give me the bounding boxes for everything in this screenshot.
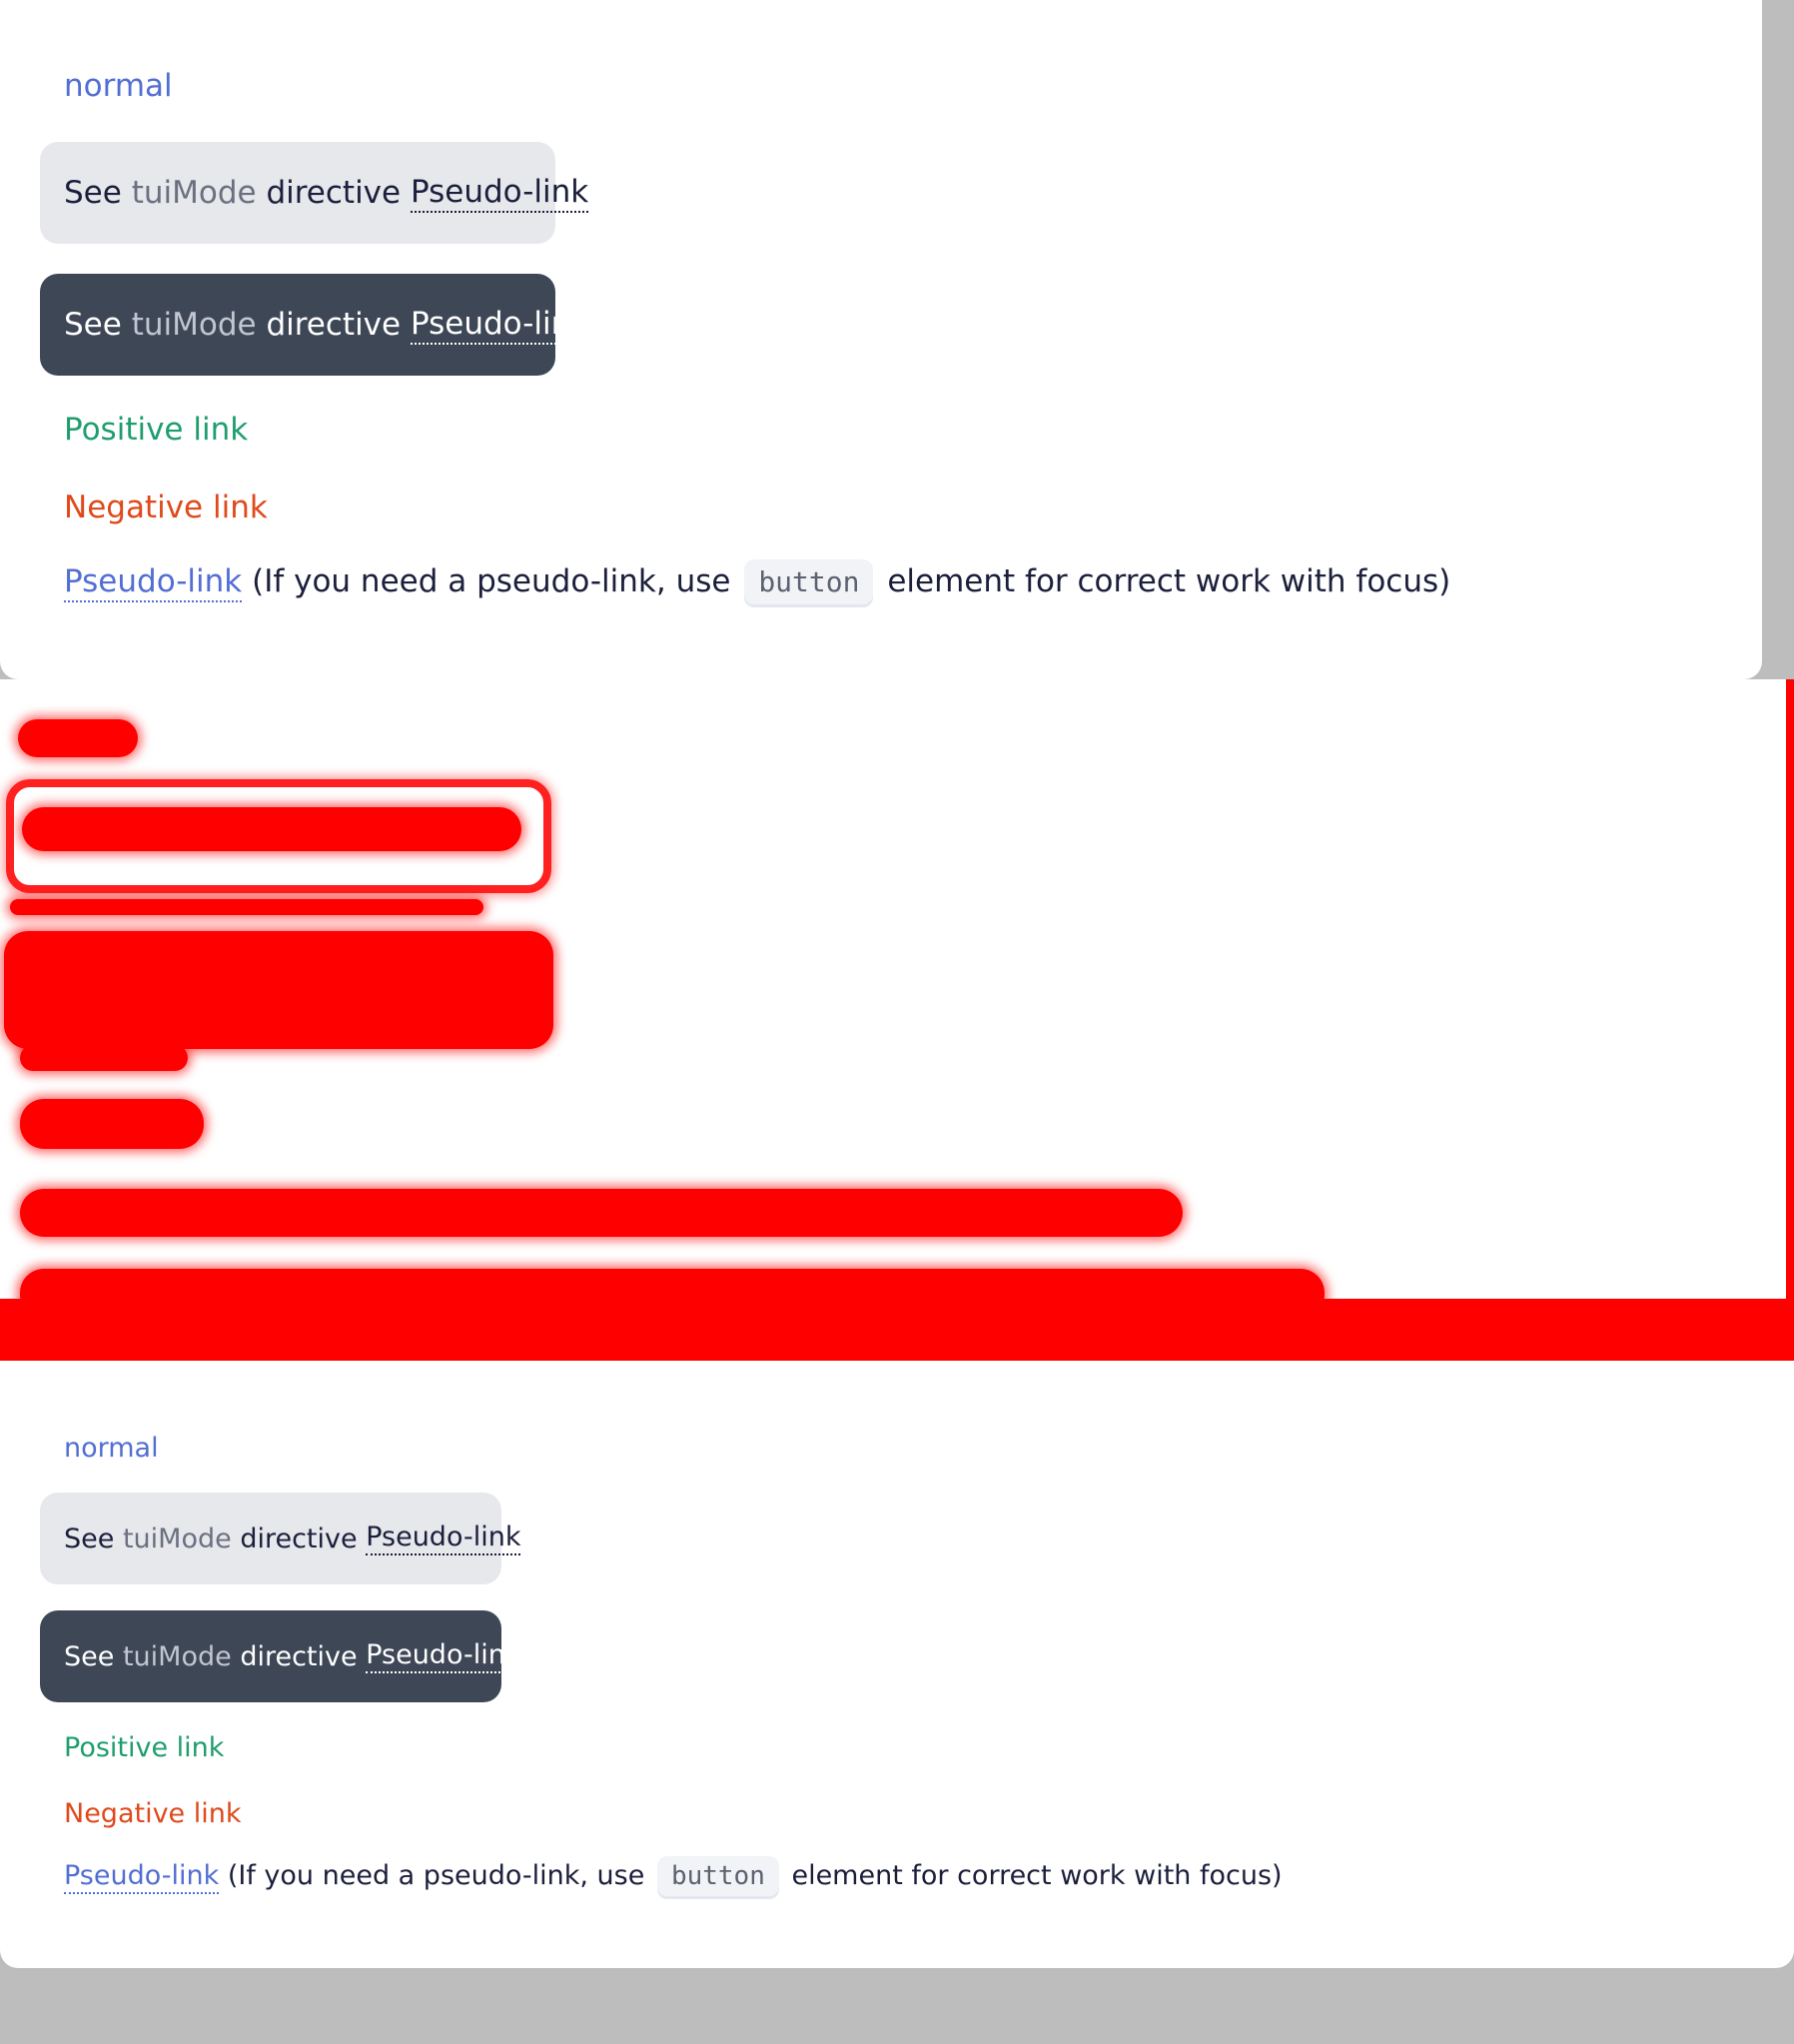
- card-see-text: See: [64, 1640, 115, 1672]
- demo-panel-top: normal See tuiMode directive Pseudo-link…: [0, 0, 1762, 679]
- card-directive-text: directive: [266, 175, 402, 211]
- card-mode-text: tuiMode: [131, 175, 257, 211]
- dark-mode-card: See tuiMode directive Pseudo-link: [40, 1610, 521, 1702]
- card-pseudo-link[interactable]: Pseudo-link: [366, 1639, 521, 1673]
- redaction-blob: [10, 899, 483, 915]
- horizontal-scrollbar[interactable]: [0, 1968, 1794, 2044]
- normal-link[interactable]: normal: [64, 1433, 159, 1464]
- pseudo-link-row: Pseudo-link (If you need a pseudo-link, …: [64, 1856, 1283, 1896]
- normal-link-wrapper: normal: [64, 68, 173, 104]
- positive-link-wrapper: Positive link: [64, 1732, 224, 1763]
- card-mode-text: tuiMode: [122, 1640, 232, 1672]
- positive-link[interactable]: Positive link: [64, 412, 248, 448]
- card-directive-text: directive: [240, 1523, 358, 1554]
- redaction-blob: [18, 719, 138, 757]
- light-mode-card: See tuiMode directive Pseudo-link: [40, 1493, 521, 1584]
- card-mode-text: tuiMode: [122, 1523, 232, 1554]
- pseudo-note-after: element for correct work with focus): [887, 563, 1451, 599]
- dark-mode-card: See tuiMode directive Pseudo-link: [40, 274, 589, 376]
- pseudo-link[interactable]: Pseudo-link: [64, 1860, 220, 1894]
- positive-link[interactable]: Positive link: [64, 1732, 224, 1763]
- redaction-blob: [20, 1045, 188, 1071]
- redaction-blob: [20, 1099, 204, 1149]
- redaction-border: [1786, 679, 1794, 1299]
- redacted-region: [0, 679, 1794, 1361]
- negative-link-wrapper: Negative link: [64, 490, 268, 525]
- demo-panel-bottom: normal See tuiMode directive Pseudo-link…: [0, 1361, 1794, 1968]
- redaction-blob: [20, 1189, 1183, 1237]
- pseudo-note-after: element for correct work with focus): [791, 1860, 1283, 1891]
- redaction-blob: [22, 807, 521, 851]
- positive-link-wrapper: Positive link: [64, 412, 248, 448]
- card-pseudo-link[interactable]: Pseudo-link: [410, 306, 589, 345]
- card-directive-text: directive: [266, 307, 402, 343]
- negative-link-wrapper: Negative link: [64, 1798, 242, 1829]
- button-code-snippet: button: [656, 1856, 779, 1896]
- card-see-text: See: [64, 1523, 115, 1554]
- card-pseudo-link[interactable]: Pseudo-link: [366, 1522, 521, 1555]
- redaction-blob: [4, 931, 553, 1049]
- button-code-snippet: button: [744, 559, 874, 604]
- pseudo-link-row: Pseudo-link (If you need a pseudo-link, …: [64, 559, 1450, 604]
- card-see-text: See: [64, 307, 122, 343]
- card-directive-text: directive: [240, 1640, 358, 1672]
- card-mode-text: tuiMode: [131, 307, 257, 343]
- vertical-scrollbar[interactable]: [1762, 0, 1794, 679]
- pseudo-note-before: (If you need a pseudo-link, use: [252, 563, 731, 599]
- pseudo-link[interactable]: Pseudo-link: [64, 563, 243, 602]
- card-see-text: See: [64, 175, 122, 211]
- pseudo-note-before: (If you need a pseudo-link, use: [227, 1860, 645, 1891]
- normal-link-wrapper: normal: [64, 1433, 159, 1464]
- light-mode-card: See tuiMode directive Pseudo-link: [40, 142, 589, 244]
- negative-link[interactable]: Negative link: [64, 490, 268, 525]
- card-pseudo-link[interactable]: Pseudo-link: [410, 174, 589, 213]
- redaction-bar: [0, 1299, 1794, 1361]
- normal-link[interactable]: normal: [64, 68, 173, 104]
- negative-link[interactable]: Negative link: [64, 1798, 242, 1829]
